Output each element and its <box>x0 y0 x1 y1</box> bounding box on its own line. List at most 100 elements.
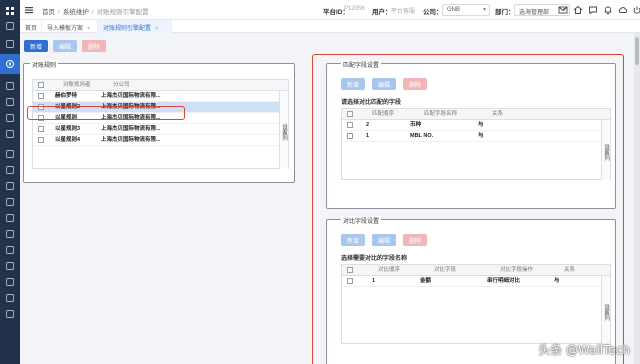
bell-icon[interactable] <box>603 5 613 15</box>
compare-add-button[interactable]: 新增 <box>341 234 365 246</box>
breadcrumb-system[interactable]: 系统维护 <box>63 9 89 16</box>
compare-delete-button[interactable]: 删除 <box>403 234 427 246</box>
match-fields-panel: 匹配字段设置 新增 编辑 删除 请选择对比匹配的字段 匹配顺序 匹配字段名称 关… <box>326 60 616 209</box>
card-icon[interactable] <box>4 228 16 240</box>
column-header: 匹配顺序 <box>372 111 395 117</box>
breadcrumb-current: 对账规则引擎配置 <box>96 9 149 16</box>
column-settings-tab[interactable]: 设置列 <box>601 276 610 344</box>
column-header: 分公司 <box>113 82 130 88</box>
table-row[interactable]: 2 币种 与 <box>342 120 610 131</box>
breadcrumb-home[interactable]: 首页 <box>42 9 55 16</box>
match-add-button[interactable]: 新增 <box>341 78 365 90</box>
bars-icon[interactable] <box>4 260 16 272</box>
row-checkbox[interactable] <box>347 278 353 284</box>
column-settings-tab[interactable]: 设置列 <box>601 120 610 180</box>
column-header: 关系 <box>564 267 576 273</box>
compare-relation: 与 <box>554 278 560 284</box>
match-edit-button[interactable]: 编辑 <box>372 78 396 90</box>
rule-company: 上海杰贝国际物流有限... <box>101 115 161 121</box>
match-grid-header: 匹配顺序 匹配字段名称 关系 <box>342 109 610 120</box>
match-delete-button[interactable]: 删除 <box>403 78 427 90</box>
file-icon[interactable] <box>4 96 16 108</box>
bag-icon[interactable] <box>4 244 16 256</box>
add-button[interactable]: 新增 <box>24 40 48 52</box>
compare-edit-button[interactable]: 编辑 <box>372 234 396 246</box>
close-icon[interactable]: × <box>155 26 159 32</box>
row-checkbox[interactable] <box>38 126 44 132</box>
column-header: 匹配字段名称 <box>424 111 458 117</box>
company-select[interactable]: GNB ▾ <box>442 4 490 16</box>
compass-icon[interactable] <box>0 54 20 74</box>
table-row[interactable]: 以星规则 上海杰贝国际物流有限... <box>33 113 288 124</box>
settings-icon[interactable] <box>4 112 16 124</box>
row-checkbox[interactable] <box>38 93 44 99</box>
row-checkbox[interactable] <box>38 137 44 143</box>
home-icon[interactable] <box>573 5 583 15</box>
company-label: 公司： <box>423 9 443 16</box>
match-relation: 与 <box>478 133 484 139</box>
grid-icon[interactable] <box>4 148 16 160</box>
select-all-checkbox[interactable] <box>38 82 44 88</box>
chevron-down-icon: ▾ <box>482 7 486 13</box>
hamburger-icon[interactable] <box>24 5 34 15</box>
tab-reconcile-engine[interactable]: 对账规则引擎配置 × <box>98 20 172 33</box>
compare-subtitle: 选择需要对比的字段名称 <box>341 256 408 262</box>
row-checkbox[interactable] <box>38 104 44 110</box>
match-field: 币种 <box>410 122 422 128</box>
table-row[interactable]: 以星规则3 上海杰贝国际物流有限... <box>33 124 288 135</box>
match-order: 2 <box>366 122 370 128</box>
match-order: 1 <box>366 133 370 139</box>
rules-grid: 对账规则者 分公司 赫伯罗特 上海杰贝国际物流有限... 以星规则2 上海杰贝国… <box>32 79 289 169</box>
box-icon[interactable] <box>4 80 16 92</box>
match-panel-legend: 匹配字段设置 <box>341 60 382 69</box>
row-checkbox[interactable] <box>38 115 44 121</box>
building-icon[interactable] <box>4 180 16 192</box>
table-row[interactable]: 赫伯罗特 上海杰贝国际物流有限... <box>33 91 288 102</box>
table-row-selected[interactable]: 以星规则2 上海杰贝国际物流有限... <box>33 102 288 113</box>
user-label: 用户： <box>372 9 392 16</box>
table-row[interactable]: 1 金额 串行明细对比 与 <box>342 276 610 287</box>
cloud-icon[interactable] <box>4 212 16 224</box>
info-icon[interactable] <box>4 308 16 320</box>
close-icon[interactable]: × <box>87 26 91 32</box>
scrollbar-thumb[interactable] <box>635 37 639 65</box>
table-row[interactable]: 以星规则4 上海杰贝国际物流有限... <box>33 135 288 146</box>
rules-grid-header: 对账规则者 分公司 <box>33 80 288 91</box>
link-icon[interactable] <box>4 128 16 140</box>
select-all-checkbox[interactable] <box>347 267 353 273</box>
mail-icon[interactable] <box>558 5 568 15</box>
home-icon[interactable] <box>4 20 16 32</box>
column-settings-tab[interactable]: 设置列 <box>279 91 288 169</box>
cloud-icon[interactable] <box>618 5 628 15</box>
tab-import-template[interactable]: 导入模板方案 × <box>42 20 98 33</box>
delete-button[interactable]: 删除 <box>82 40 106 52</box>
table-row[interactable]: 1 MBL NO. 与 <box>342 131 610 142</box>
folder-icon[interactable] <box>4 38 16 50</box>
rules-panel: 对账规则 对账规则者 分公司 赫伯罗特 上海杰贝国际物流有限... 以星规则2 … <box>23 60 295 183</box>
edit-button[interactable]: 编辑 <box>53 40 77 52</box>
tab-home[interactable]: 首页 <box>20 20 42 33</box>
shield-icon[interactable] <box>4 292 16 304</box>
column-header: 对比字段 <box>434 267 457 273</box>
rule-company: 上海杰贝国际物流有限... <box>101 93 161 99</box>
select-all-checkbox[interactable] <box>347 111 353 117</box>
page-tabs: 首页 导入模板方案 × 对账规则引擎配置 × <box>20 20 640 33</box>
tab-label: 导入模板方案 <box>47 26 84 32</box>
refresh-icon[interactable] <box>4 276 16 288</box>
ship-icon[interactable] <box>4 164 16 176</box>
rule-name: 以星规则3 <box>55 126 81 132</box>
compare-panel-legend: 对比字段设置 <box>341 216 382 225</box>
power-icon[interactable] <box>632 5 640 15</box>
page-scrollbar[interactable] <box>634 33 640 364</box>
compare-field: 金额 <box>420 278 432 284</box>
menu-grid-icon[interactable] <box>4 5 16 17</box>
row-checkbox[interactable] <box>347 122 353 128</box>
match-fields-grid: 匹配顺序 匹配字段名称 关系 2 币种 与 1 MBL NO. 与 设置列 <box>341 108 611 180</box>
chat-icon[interactable] <box>588 5 598 15</box>
doc-icon[interactable] <box>4 196 16 208</box>
column-header: 对账规则者 <box>63 82 91 88</box>
rule-name: 以星规则2 <box>55 104 81 110</box>
rule-company: 上海杰贝国际物流有限... <box>101 137 161 143</box>
rules-panel-legend: 对账规则 <box>30 60 59 69</box>
row-checkbox[interactable] <box>347 133 353 139</box>
